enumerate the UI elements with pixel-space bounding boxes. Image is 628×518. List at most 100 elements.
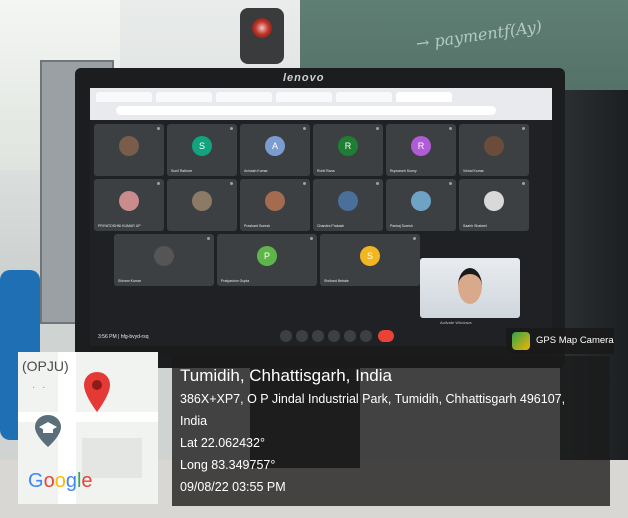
gps-camera-icon (512, 332, 530, 350)
participant-avatar (265, 191, 285, 211)
meeting-time: 3:56 PM | hfg-bvyd-rsq (98, 334, 149, 340)
mic-muted-icon (230, 182, 233, 185)
participant-name: Pankaj Suresh (390, 224, 413, 228)
participant-avatar (411, 191, 431, 211)
participant-tile[interactable]: Saahir Shakeel (459, 179, 529, 231)
mic-muted-icon (230, 127, 233, 130)
participant-name: Sunil Rathore (171, 169, 193, 173)
participant-tile[interactable]: Prashant Suresh (240, 179, 310, 231)
mic-muted-icon (449, 127, 452, 130)
participant-name: Shivam Kumar (118, 279, 141, 283)
latitude: Lat 22.062432° (180, 436, 265, 450)
mic-muted-icon (207, 237, 210, 240)
google-logo: Google (28, 470, 93, 492)
participant-avatar: R (411, 136, 431, 156)
participant-avatar (192, 191, 212, 211)
address-line: 386X+XP7, O P Jindal Industrial Park, Tu… (180, 392, 566, 406)
participant-tile[interactable]: Vishal Kumar (459, 124, 529, 176)
participant-avatar: A (265, 136, 285, 156)
mic-muted-icon (303, 127, 306, 130)
browser-tab-active[interactable] (396, 92, 452, 102)
self-view-tile (420, 258, 520, 318)
place-name: Tumidih, Chhattisgarh, India (180, 366, 392, 385)
leave-call-button[interactable] (378, 330, 394, 342)
browser-tab[interactable] (276, 92, 332, 102)
participant-name: Rohit Rana (317, 169, 335, 173)
browser-tab[interactable] (216, 92, 272, 102)
participant-avatar (119, 136, 139, 156)
webcam (240, 8, 284, 64)
mic-muted-icon (310, 237, 313, 240)
participant-avatar: R (338, 136, 358, 156)
photo: → paymentf(Ay) lenovo S Sunil Rathore A Avi… (0, 0, 628, 518)
browser-tab[interactable] (336, 92, 392, 102)
meeting-time-value: 3:56 PM (98, 334, 117, 340)
meeting-code: | hfg-bvyd-rsq (118, 334, 149, 340)
longitude: Long 83.349757° (180, 458, 276, 472)
location-info-panel: Tumidih, Chhattisgarh, India 386X+XP7, O… (172, 356, 610, 506)
mic-muted-icon (413, 237, 416, 240)
participant-tile[interactable]: Pankaj Suresh (386, 179, 456, 231)
participant-tile[interactable] (94, 124, 164, 176)
participant-tile[interactable]: A Avinash Kumar (240, 124, 310, 176)
camera-button[interactable] (296, 330, 308, 342)
browser-bar (90, 88, 552, 120)
participant-name: Vishal Kumar (463, 169, 484, 173)
gps-app-badge: GPS Map Camera (506, 328, 614, 354)
participant-tile[interactable]: P Pratyashnn Gupta (217, 234, 317, 286)
participant-avatar (484, 136, 504, 156)
participant-avatar (484, 191, 504, 211)
participant-tile[interactable]: PRIYATOSHNI KUMAR UP (94, 179, 164, 231)
self-view-face (458, 268, 482, 304)
participant-tile[interactable]: Chandra Prakash (313, 179, 383, 231)
taskbar (90, 346, 552, 356)
school-icon (35, 415, 61, 447)
webcam-lens (252, 18, 272, 38)
participant-tile[interactable]: R Rupvaseh Sonny (386, 124, 456, 176)
participant-tile[interactable]: S Sunil Rathore (167, 124, 237, 176)
participant-tile[interactable]: S Shrikant Bebale (320, 234, 420, 286)
map-dots: · · (32, 382, 48, 393)
map-thumbnail: (OPJU) · · Google (18, 352, 158, 504)
gps-app-label: GPS Map Camera (536, 335, 614, 346)
raise-hand-button[interactable] (328, 330, 340, 342)
map-label: (OPJU) (22, 358, 69, 374)
mic-button[interactable] (280, 330, 292, 342)
participant-tile[interactable]: R Rohit Rana (313, 124, 383, 176)
activate-windows-watermark: Activate Windows (440, 320, 472, 325)
datetime: 09/08/22 03:55 PM (180, 480, 286, 494)
participant-avatar (338, 191, 358, 211)
participant-name: PRIYATOSHNI KUMAR UP (98, 224, 141, 228)
participant-avatar: S (360, 246, 380, 266)
browser-tab[interactable] (96, 92, 152, 102)
participant-tile[interactable] (167, 179, 237, 231)
mic-muted-icon (157, 182, 160, 185)
mic-muted-icon (376, 182, 379, 185)
screen: S Sunil Rathore A Avinash Kumar R Rohit Rana R… (90, 88, 552, 356)
participant-name: Rupvaseh Sonny (390, 169, 417, 173)
mic-muted-icon (157, 127, 160, 130)
participant-avatar: S (192, 136, 212, 156)
present-button[interactable] (344, 330, 356, 342)
mic-muted-icon (522, 182, 525, 185)
participant-name: Avinash Kumar (244, 169, 268, 173)
participant-name: Prashant Suresh (244, 224, 271, 228)
captions-button[interactable] (312, 330, 324, 342)
participant-avatar (154, 246, 174, 266)
mic-muted-icon (376, 127, 379, 130)
browser-tab[interactable] (156, 92, 212, 102)
participant-avatar: P (257, 246, 277, 266)
participant-avatar (119, 191, 139, 211)
address-line: India (180, 414, 208, 428)
monitor-brand: lenovo (283, 72, 325, 84)
more-options-button[interactable] (360, 330, 372, 342)
participant-name: Saahir Shakeel (463, 224, 487, 228)
participant-tile[interactable]: Shivam Kumar (114, 234, 214, 286)
mic-muted-icon (449, 182, 452, 185)
participant-name: Chandra Prakash (317, 224, 345, 228)
participant-name: Shrikant Bebale (324, 279, 349, 283)
mic-muted-icon (303, 182, 306, 185)
participant-name: Pratyashnn Gupta (221, 279, 250, 283)
address-bar[interactable] (116, 106, 496, 115)
mic-muted-icon (522, 127, 525, 130)
